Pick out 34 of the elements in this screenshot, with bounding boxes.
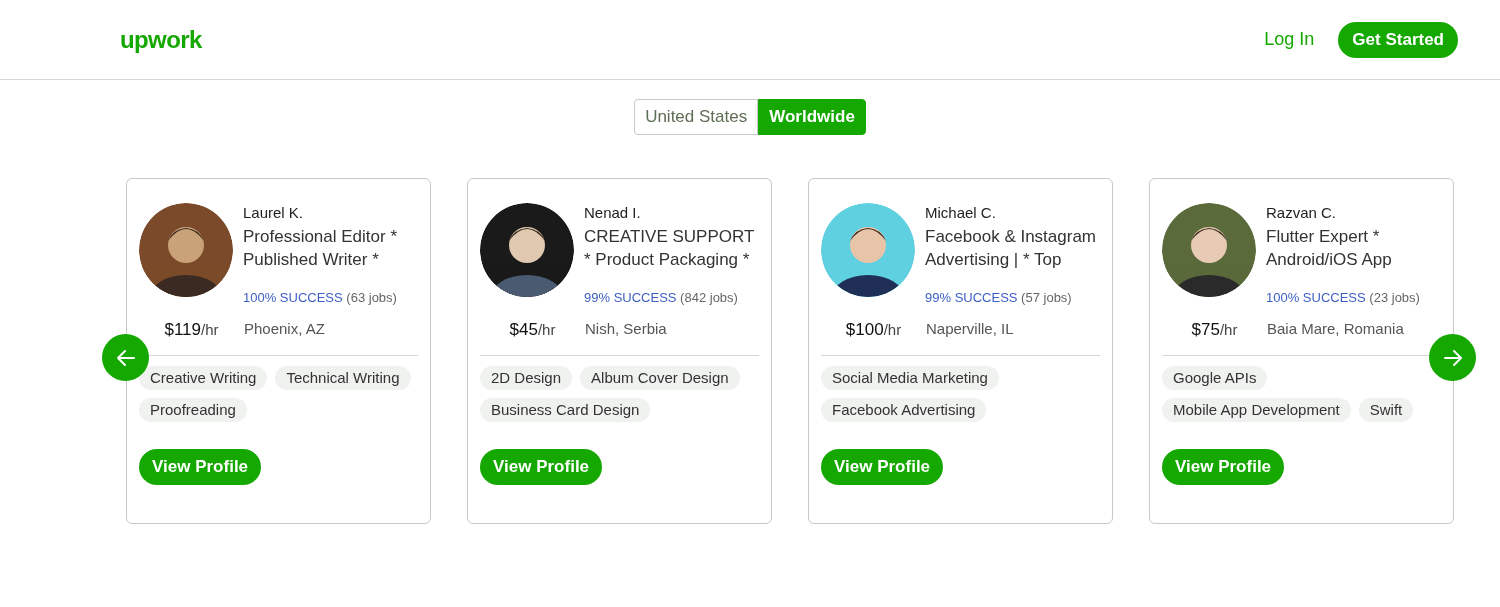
skill-tag[interactable]: Swift — [1358, 397, 1414, 422]
hourly-rate: $100/hr — [844, 318, 903, 341]
hourly-rate: $119/hr — [163, 318, 220, 341]
next-button[interactable] — [1429, 334, 1476, 381]
region-tab[interactable]: United States — [634, 99, 759, 135]
skill-tag[interactable]: 2D Design — [480, 365, 573, 390]
hourly-rate: $75/hr — [1190, 318, 1239, 341]
freelancer-name: Michael C. — [925, 204, 997, 222]
skill-tag[interactable]: Creative Writing — [139, 365, 268, 390]
success-rate: 99% SUCCESS (842 jobs) — [584, 289, 739, 307]
skill-tag[interactable]: Album Cover Design — [580, 365, 740, 390]
freelancer-title: Facebook & Instagram Advertising | * Top — [925, 226, 1098, 271]
freelancer-name: Nenad I. — [584, 204, 642, 222]
success-rate: 100% SUCCESS (23 jobs) — [1266, 289, 1421, 307]
skill-tag[interactable]: Mobile App Development — [1162, 397, 1351, 422]
previous-button[interactable] — [102, 334, 149, 381]
hourly-rate: $45/hr — [508, 318, 557, 341]
success-rate: 99% SUCCESS (57 jobs) — [925, 289, 1073, 307]
freelancer-title: CREATIVE SUPPORT * Product Packaging * — [584, 226, 756, 271]
skill-tag[interactable]: Proofreading — [139, 397, 247, 422]
freelancer-name: Laurel K. — [243, 204, 305, 222]
location: Baia Mare, Romania — [1267, 319, 1404, 340]
freelancer-title: Flutter Expert * Android/iOS App — [1266, 226, 1393, 271]
skill-tag[interactable]: Technical Writing — [275, 365, 411, 390]
freelancer-name: Razvan C. — [1266, 204, 1338, 222]
location: Nish, Serbia — [585, 319, 667, 340]
skill-tag[interactable]: Social Media Marketing — [821, 365, 999, 390]
skill-tag[interactable]: Business Card Design — [480, 397, 651, 422]
skill-tag[interactable]: Google APIs — [1162, 365, 1268, 390]
freelancer-title: Professional Editor * Published Writer * — [243, 226, 399, 271]
skill-tag[interactable]: Facebook Advertising — [821, 397, 987, 422]
location: Phoenix, AZ — [244, 319, 325, 340]
success-rate: 100% SUCCESS (63 jobs) — [243, 289, 398, 307]
location: Naperville, IL — [926, 319, 1014, 340]
